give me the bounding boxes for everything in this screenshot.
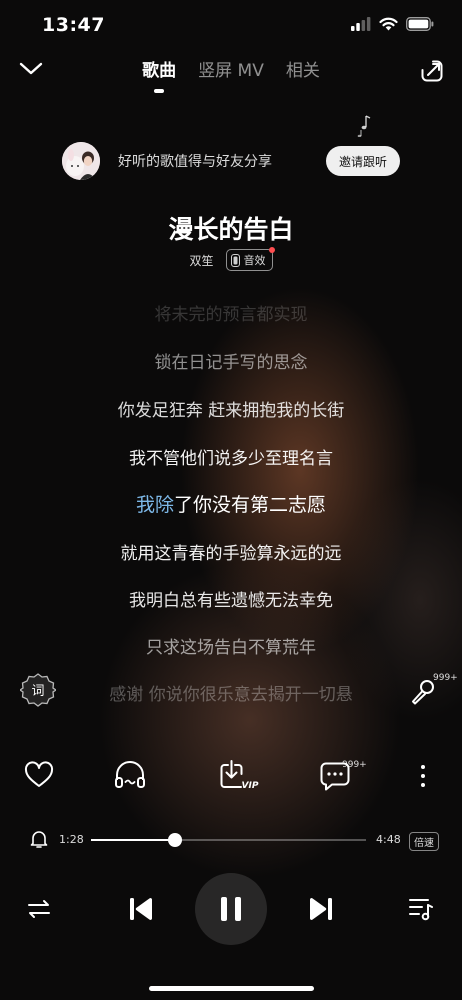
share-prompt-text: 好听的歌值得与好友分享	[118, 154, 272, 170]
lyric-line[interactable]: 我明白总有些遗憾无法幸免	[0, 586, 462, 611]
wifi-icon	[379, 17, 398, 31]
current-lyric-line[interactable]: 我除了你没有第二志愿	[0, 490, 462, 517]
vip-label: VIP	[242, 781, 259, 791]
share-icon[interactable]	[420, 59, 444, 83]
playlist-icon[interactable]	[407, 895, 435, 923]
heart-icon[interactable]	[22, 758, 56, 792]
lyric-line[interactable]: 感谢 你说你很乐意去揭开一切悬	[0, 680, 462, 705]
sound-effect-icon	[230, 253, 240, 267]
lyric-unsung-part: 了你没有第二志愿	[174, 494, 327, 516]
bell-icon[interactable]	[29, 829, 49, 849]
music-note-icon	[357, 115, 371, 137]
home-indicator	[149, 986, 314, 991]
tab-related[interactable]: 相关	[286, 56, 320, 81]
lyrics-badge-label: 词	[31, 684, 44, 699]
share-row: 好听的歌值得与好友分享 邀请跟听	[62, 142, 400, 180]
avatar[interactable]	[62, 142, 100, 180]
progress-track[interactable]	[91, 833, 366, 847]
invite-listen-button[interactable]: 邀请跟听	[326, 146, 400, 176]
current-time: 1:28	[59, 833, 84, 846]
download-vip-icon: VIP	[220, 760, 259, 791]
new-dot	[268, 247, 275, 253]
status-icons	[351, 17, 434, 31]
battery-icon	[406, 17, 434, 31]
total-time: 4:48	[376, 833, 401, 846]
repeat-icon[interactable]	[26, 896, 52, 922]
lyrics-mode-button[interactable]: 词	[18, 672, 58, 708]
lyric-line[interactable]: 你发足狂奔 赶来拥抱我的长街	[0, 396, 462, 421]
lyric-sung-part: 我除	[135, 494, 174, 516]
sound-effect-button[interactable]: 音效	[225, 247, 275, 271]
status-time: 13:47	[42, 14, 105, 36]
tab-vertical-mv[interactable]: 竖屏 MV	[198, 56, 264, 81]
mic-count-badge: 999+	[433, 673, 458, 683]
lyric-line[interactable]: 我不管他们说多少至理名言	[0, 444, 462, 469]
progress-fill	[91, 839, 176, 841]
active-tab-indicator	[154, 89, 165, 93]
song-title: 漫长的告白	[168, 215, 294, 244]
tab-song[interactable]: 歌曲	[142, 56, 176, 93]
headphones-icon[interactable]	[113, 758, 147, 792]
lyric-line[interactable]: 只求这场告白不算荒年	[0, 633, 462, 658]
more-vertical-icon[interactable]	[416, 764, 430, 788]
sound-effect-label: 音效	[243, 254, 266, 267]
playback-speed-button[interactable]: 倍速	[409, 832, 439, 851]
lyric-line[interactable]: 就用这青春的手验算永远的远	[0, 539, 462, 564]
signal-icon	[351, 17, 371, 31]
lyrics-badge-icon: 词	[18, 673, 58, 707]
next-icon[interactable]	[307, 895, 335, 923]
pause-button[interactable]	[195, 873, 267, 945]
song-meta: 双笙 音效	[0, 247, 462, 271]
lyric-line[interactable]: 将未完的预言都实现	[0, 300, 462, 325]
artist-name[interactable]: 双笙	[189, 252, 213, 269]
comment-count-badge: 999+	[342, 760, 367, 770]
lyric-line[interactable]: 锁在日记手写的思念	[0, 348, 462, 373]
progress-knob[interactable]	[168, 833, 183, 847]
download-vip-button[interactable]: VIP	[218, 757, 260, 793]
pause-icon	[221, 897, 241, 921]
header-tabs: 歌曲 竖屏 MV 相关	[0, 56, 462, 93]
previous-icon[interactable]	[127, 895, 155, 923]
